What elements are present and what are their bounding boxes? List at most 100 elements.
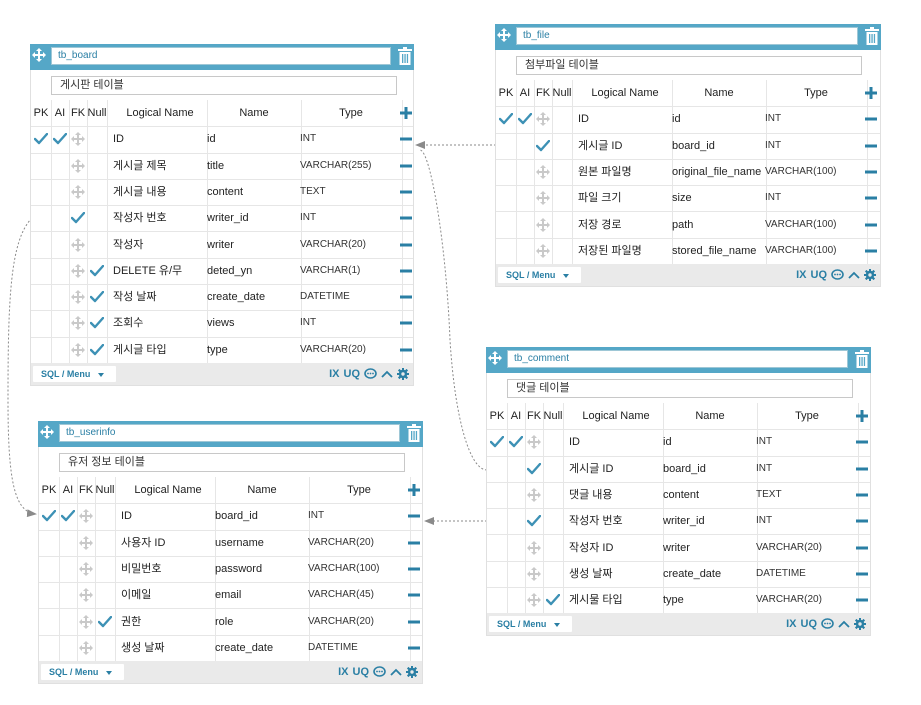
column-row[interactable]: 원본 파일명 original_file_name VARCHAR(100) (496, 158, 880, 187)
comment-button[interactable] (373, 666, 386, 678)
ai-toggle[interactable] (51, 336, 70, 363)
ai-toggle[interactable] (516, 237, 535, 265)
column-row[interactable]: 생성 날짜 create_date DATETIME (487, 560, 870, 589)
remove-column-button[interactable] (405, 556, 423, 582)
column-row[interactable]: 게시글 ID board_id INT (496, 132, 880, 160)
ai-toggle[interactable] (51, 284, 70, 311)
type-cell[interactable]: INT (303, 503, 411, 530)
pk-toggle[interactable] (487, 481, 508, 509)
logical-name-cell[interactable]: 게시글 타입 (107, 336, 208, 363)
fk-toggle[interactable] (534, 106, 553, 133)
pk-toggle[interactable] (39, 582, 60, 609)
move-handle[interactable] (40, 425, 56, 441)
fk-toggle[interactable] (77, 503, 96, 530)
column-row[interactable]: 저장된 파일명 stored_file_name VARCHAR(100) (496, 237, 880, 266)
column-row[interactable]: 조회수 views INT (31, 310, 413, 338)
table-tb-comment[interactable]: tb_comment 댓글 테이블 PK AI FK Null Logical Name Na… (486, 347, 871, 637)
index-button[interactable]: IX (338, 666, 348, 678)
logical-name-cell[interactable]: 작성자 ID (563, 534, 664, 561)
column-row[interactable]: 이메일 email VARCHAR(45) (39, 582, 422, 610)
pk-toggle[interactable] (39, 529, 60, 556)
delete-table-button[interactable] (855, 350, 869, 369)
pk-toggle[interactable] (39, 608, 60, 635)
unique-button[interactable]: UQ (811, 269, 828, 281)
settings-button[interactable] (854, 618, 866, 631)
nn-toggle[interactable] (552, 158, 573, 186)
column-name-cell[interactable]: username (209, 529, 310, 556)
pk-toggle[interactable] (31, 336, 52, 363)
column-name-cell[interactable]: views (201, 310, 302, 337)
column-name-cell[interactable]: path (666, 211, 767, 238)
remove-column-button[interactable] (405, 609, 423, 635)
logical-name-cell[interactable]: 조회수 (107, 310, 208, 337)
logical-name-cell[interactable]: 게시글 ID (563, 455, 664, 482)
nn-toggle[interactable] (552, 106, 573, 133)
comment-button[interactable] (821, 618, 834, 630)
nn-toggle[interactable] (543, 481, 564, 509)
logical-name-cell[interactable]: 이메일 (115, 582, 216, 609)
type-cell[interactable]: INT (760, 185, 868, 212)
ai-toggle[interactable] (59, 529, 78, 556)
logical-name-cell[interactable]: ID (563, 429, 664, 456)
nn-toggle[interactable] (95, 634, 116, 662)
pk-toggle[interactable] (31, 231, 52, 258)
fk-toggle[interactable] (525, 534, 544, 561)
nn-toggle[interactable] (95, 608, 116, 635)
fk-toggle[interactable] (525, 508, 544, 535)
column-row[interactable]: ID id INT (496, 106, 880, 134)
column-row[interactable]: 작성자 번호 writer_id INT (31, 205, 413, 233)
fk-toggle[interactable] (69, 205, 88, 232)
remove-column-button[interactable] (862, 185, 880, 211)
logical-name-cell[interactable]: 게시글 제목 (107, 152, 208, 179)
column-name-cell[interactable]: board_id (209, 503, 310, 530)
collapse-button[interactable] (381, 370, 393, 378)
delete-table-button[interactable] (407, 424, 421, 443)
logical-name-cell[interactable]: 댓글 내용 (563, 481, 664, 509)
nn-toggle[interactable] (543, 508, 564, 535)
type-cell[interactable]: VARCHAR(20) (751, 587, 859, 614)
ai-toggle[interactable] (507, 534, 526, 561)
type-cell[interactable]: VARCHAR(20) (295, 336, 403, 363)
ai-toggle[interactable] (507, 508, 526, 535)
remove-column-button[interactable] (862, 212, 880, 238)
logical-name-cell[interactable]: 파일 크기 (572, 185, 673, 212)
column-name-cell[interactable]: create_date (209, 634, 310, 662)
sql-menu-dropdown[interactable]: SQL / Menu (498, 267, 581, 284)
remove-column-button[interactable] (853, 587, 871, 613)
nn-toggle[interactable] (543, 560, 564, 588)
pk-toggle[interactable] (496, 185, 517, 212)
logical-name-cell[interactable]: 작성자 번호 (107, 205, 208, 232)
type-cell[interactable]: VARCHAR(100) (303, 555, 411, 583)
ai-toggle[interactable] (51, 152, 70, 179)
index-button[interactable]: IX (329, 368, 339, 380)
remove-column-button[interactable] (853, 508, 871, 534)
logical-name-cell[interactable]: 작성 날짜 (107, 284, 208, 311)
settings-button[interactable] (397, 368, 409, 380)
type-cell[interactable]: DATETIME (303, 634, 411, 662)
pk-toggle[interactable] (31, 178, 52, 206)
type-cell[interactable]: VARCHAR(255) (295, 152, 403, 179)
remove-column-button[interactable] (405, 503, 423, 529)
remove-column-button[interactable] (862, 238, 880, 264)
column-name-cell[interactable]: create_date (657, 560, 758, 588)
pk-toggle[interactable] (31, 152, 52, 179)
add-column-button[interactable] (853, 403, 871, 429)
fk-toggle[interactable] (525, 587, 544, 614)
ai-toggle[interactable] (516, 158, 535, 186)
logical-name-cell[interactable]: 생성 날짜 (115, 634, 216, 662)
column-row[interactable]: DELETE 유/무 deted_yn VARCHAR(1) (31, 257, 413, 286)
collapse-button[interactable] (390, 668, 402, 676)
sql-menu-dropdown[interactable]: SQL / Menu (33, 366, 116, 382)
column-name-cell[interactable]: size (666, 185, 767, 212)
column-name-cell[interactable]: password (209, 555, 310, 583)
table-name-field[interactable]: tb_board (51, 47, 391, 65)
pk-toggle[interactable] (496, 158, 517, 186)
collapse-button[interactable] (838, 620, 850, 629)
column-name-cell[interactable]: title (201, 152, 302, 179)
fk-toggle[interactable] (525, 455, 544, 482)
nn-toggle[interactable] (95, 503, 116, 530)
type-cell[interactable]: VARCHAR(20) (751, 534, 859, 561)
logical-name-cell[interactable]: ID (572, 106, 673, 133)
type-cell[interactable]: VARCHAR(20) (303, 608, 411, 635)
nn-toggle[interactable] (543, 534, 564, 561)
